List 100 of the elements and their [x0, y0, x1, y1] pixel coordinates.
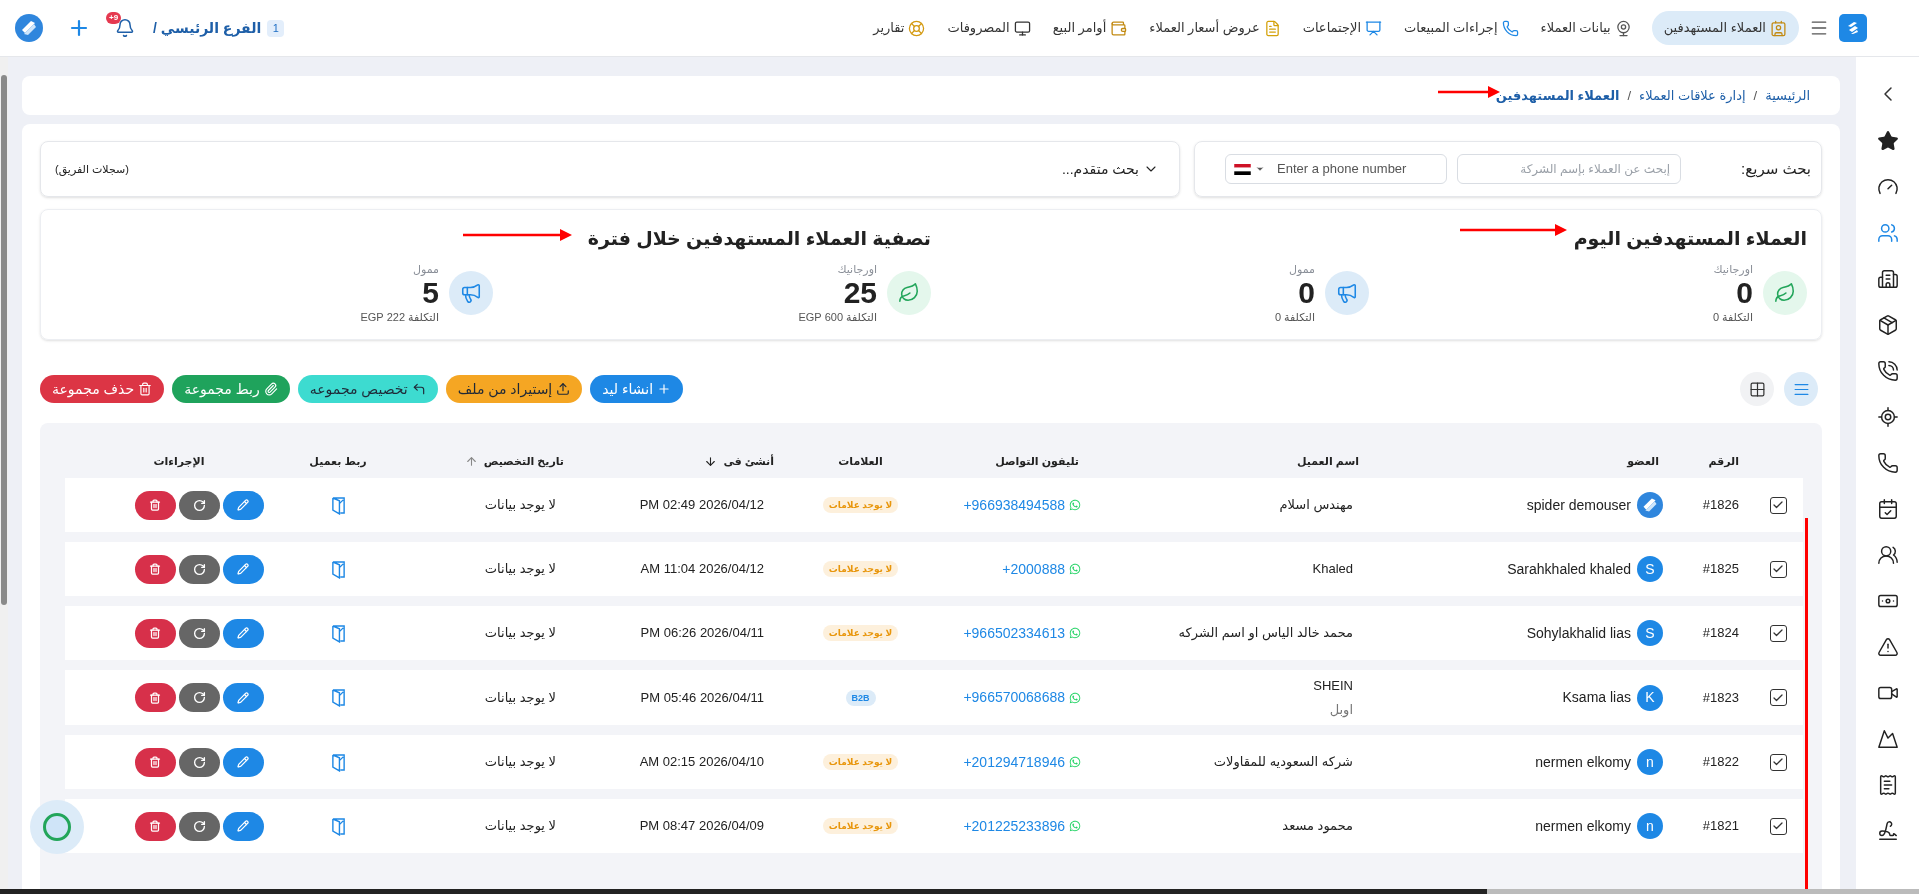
- horizontal-scrollbar[interactable]: [0, 889, 1919, 894]
- edit-button[interactable]: [222, 747, 264, 777]
- stat-value: 0: [1298, 275, 1315, 310]
- delete-button[interactable]: [134, 618, 176, 648]
- edit-button[interactable]: [222, 811, 264, 841]
- delete-button[interactable]: [134, 747, 176, 777]
- grid-icon: [1748, 380, 1766, 398]
- app-logo[interactable]: [1839, 14, 1867, 42]
- tag: لا يوجد علامات: [822, 818, 899, 834]
- branch-selector[interactable]: الفرع الرئيسي /: [153, 17, 262, 39]
- breadcrumb-link[interactable]: الرئيسية: [1765, 85, 1810, 106]
- refresh-button[interactable]: [178, 618, 220, 648]
- assigned-date: لا يوجد بيانات: [484, 625, 556, 641]
- edit-button[interactable]: [222, 618, 264, 648]
- calendar-icon[interactable]: [1876, 498, 1899, 520]
- nav-tab[interactable]: أوامر البيع: [1050, 11, 1130, 45]
- refresh-button[interactable]: [178, 490, 220, 520]
- refresh-button[interactable]: [178, 811, 220, 841]
- edit-button[interactable]: [222, 683, 264, 712]
- table-cell: #1826: [1702, 497, 1739, 513]
- toolbar-button[interactable]: إستيراد من ملف: [445, 375, 583, 403]
- phone-link[interactable]: +201225233896: [963, 815, 1065, 837]
- refresh-icon: [192, 755, 206, 769]
- row-checkbox[interactable]: [1769, 689, 1787, 706]
- stats-title: تصفية العملاء المستهدفين خلال فترة: [587, 227, 931, 252]
- nav-tab[interactable]: بيانات العملاء: [1538, 11, 1634, 45]
- door-icon[interactable]: [330, 688, 346, 707]
- created-date: 2026/04/09 08:47 PM: [639, 818, 764, 834]
- phone-link[interactable]: +966938494588: [963, 494, 1065, 516]
- webcam-icon: [1614, 19, 1632, 37]
- caret-icon: [1255, 164, 1266, 174]
- wallet-icon: [1110, 19, 1128, 37]
- phone-field[interactable]: Enter a phone number: [1225, 154, 1448, 184]
- target-icon[interactable]: [1876, 406, 1899, 428]
- delete-button[interactable]: [134, 490, 176, 520]
- refresh-icon: [192, 691, 206, 704]
- warning-icon[interactable]: [1876, 636, 1899, 658]
- delete-button[interactable]: [134, 683, 176, 712]
- delete-button[interactable]: [134, 554, 176, 584]
- door-icon[interactable]: [330, 559, 346, 579]
- nav-tab[interactable]: عروض أسعار العملاء: [1147, 11, 1283, 45]
- list-view-button[interactable]: [1784, 372, 1818, 406]
- member-name: nermen elkomy: [1535, 816, 1631, 836]
- edit-button[interactable]: [222, 554, 264, 584]
- toolbar-button[interactable]: تخصيص مجموعه: [297, 375, 438, 403]
- phone-link[interactable]: +201294718946: [963, 751, 1065, 773]
- phone-link[interactable]: +966502334613: [963, 622, 1065, 644]
- nav-tab[interactable]: الإجتماعات: [1300, 11, 1385, 45]
- breadcrumb-link[interactable]: العملاء المستهدفين: [1495, 85, 1620, 106]
- breadcrumb-separator: /: [1753, 86, 1758, 105]
- advanced-search-toggle[interactable]: بحث متقدم...: [1061, 158, 1159, 180]
- team-records-label[interactable]: (سجلات الفريق): [55, 160, 129, 178]
- refresh-button[interactable]: [178, 747, 220, 777]
- phone-link[interactable]: +966570068688: [963, 687, 1065, 708]
- door-icon[interactable]: [330, 816, 346, 836]
- created-date: 2026/04/12 02:49 PM: [639, 497, 764, 513]
- toolbar-button[interactable]: انشاء ليد: [590, 375, 684, 403]
- phone-link[interactable]: +2000888: [1002, 558, 1065, 580]
- bell-icon[interactable]: [115, 18, 135, 38]
- signature-icon[interactable]: [1876, 820, 1899, 842]
- nav-tab[interactable]: المصروفات: [945, 11, 1033, 45]
- company-search-field[interactable]: إبحث عن العملاء بإسم الشركة: [1457, 154, 1682, 184]
- door-icon[interactable]: [330, 752, 346, 772]
- column-header[interactable]: أنشئ فى: [723, 452, 774, 470]
- megaphone-icon: [449, 270, 493, 315]
- edit-button[interactable]: [222, 490, 264, 520]
- mountain-icon[interactable]: [1876, 728, 1899, 750]
- breadcrumb-link[interactable]: إدارة علاقات العملاء: [1639, 85, 1746, 106]
- contact-card-icon: [1770, 19, 1787, 37]
- nav-tab[interactable]: العملاء المستهدفين: [1651, 11, 1799, 45]
- phone-input[interactable]: Enter a phone number: [1277, 159, 1439, 179]
- package-icon[interactable]: [1876, 314, 1899, 336]
- building-icon[interactable]: [1876, 268, 1899, 290]
- refresh-button[interactable]: [178, 554, 220, 584]
- users-icon[interactable]: [1876, 222, 1899, 244]
- door-icon[interactable]: [330, 495, 346, 515]
- phone-icon[interactable]: [1876, 452, 1899, 474]
- member-avatar: [1637, 492, 1663, 518]
- phone-call-icon[interactable]: [1876, 360, 1899, 382]
- grid-view-button[interactable]: [1740, 372, 1774, 406]
- row-checkbox[interactable]: [1769, 496, 1787, 514]
- nav-tab[interactable]: تقارير: [871, 11, 928, 45]
- refresh-button[interactable]: [178, 683, 220, 712]
- client-name: محمد خالد الياس او اسم الشركه: [1178, 624, 1353, 643]
- sort-up-icon[interactable]: [464, 454, 478, 468]
- star-icon[interactable]: [1876, 130, 1899, 152]
- column-header[interactable]: تاريخ التخصيص: [483, 452, 564, 470]
- row-checkbox[interactable]: [1769, 560, 1787, 578]
- scrollbar[interactable]: [0, 57, 8, 889]
- assigned-date: لا يوجد بيانات: [484, 497, 556, 513]
- row-checkbox[interactable]: [1769, 753, 1787, 771]
- row-checkbox[interactable]: [1769, 817, 1787, 835]
- paperclip-icon: [263, 382, 278, 396]
- group-icon[interactable]: [1876, 544, 1899, 566]
- delete-button[interactable]: [134, 811, 176, 841]
- nav-tab[interactable]: إجراءات المبيعات: [1402, 11, 1521, 45]
- toolbar-button[interactable]: حذف مجموعة: [40, 375, 165, 403]
- sort-down-icon[interactable]: [704, 454, 718, 468]
- door-icon[interactable]: [330, 623, 346, 643]
- row-checkbox[interactable]: [1769, 624, 1787, 642]
